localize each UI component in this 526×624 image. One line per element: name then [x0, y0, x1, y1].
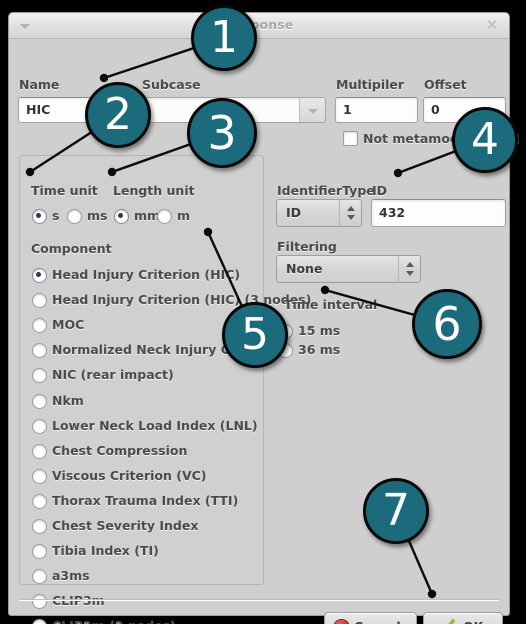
annotation-badge-6: 6 — [412, 289, 482, 359]
radio-component-nic-rear-impact[interactable]: NIC (rear impact) — [32, 367, 174, 384]
name-label: Name — [19, 77, 60, 92]
subcase-label: Subcase — [142, 77, 201, 92]
footer-separator — [19, 599, 499, 601]
time-interval-label: Time interval — [284, 297, 378, 312]
radio-component-chest-severity-index[interactable]: Chest Severity Index — [32, 518, 198, 534]
annotation-badge-3: 3 — [187, 98, 257, 168]
filtering-label: Filtering — [277, 239, 337, 254]
radio-time-interval-36ms[interactable]: 36 ms — [278, 342, 340, 358]
close-icon[interactable]: ✕ — [484, 17, 500, 33]
radio-component-lower-neck-load-index-lnl[interactable]: Lower Neck Load Index (LNL) — [32, 418, 258, 434]
annotation-badge-2: 2 — [85, 82, 151, 148]
annotation-badge-4: 4 — [452, 107, 518, 173]
radio-time-unit-s[interactable]: s — [32, 208, 59, 224]
time-unit-label: Time unit — [31, 183, 98, 198]
ok-button-label: OK — [463, 619, 483, 624]
id-input-value: 432 — [379, 205, 406, 220]
radio-component-viscous-criterion-vc[interactable]: Viscous Criterion (VC) — [32, 468, 207, 484]
identifier-type-value: ID — [286, 205, 302, 220]
multiplier-label: Multipiler — [336, 77, 405, 92]
spinner-arrows-icon[interactable] — [398, 256, 420, 282]
radio-component-moc[interactable]: MOC — [32, 317, 84, 334]
radio-component-a3ms[interactable]: a3ms — [32, 568, 90, 585]
annotation-badge-5: 5 — [222, 302, 288, 368]
length-unit-label: Length unit — [113, 183, 195, 198]
name-input-value: HIC — [26, 102, 51, 117]
radio-component-head-injury-criterion-hic[interactable]: Head Injury Criterion (HIC) — [32, 267, 240, 283]
chevron-down-icon[interactable] — [299, 98, 325, 122]
annotation-badge-1: 1 — [191, 5, 257, 71]
radio-length-unit-mm[interactable]: mm — [114, 208, 160, 224]
radio-component-nkm[interactable]: Nkm — [32, 393, 84, 409]
multiplier-input[interactable]: 1 — [335, 97, 418, 123]
radio-component-clip3m-3-nodes[interactable]: CLIP3m (3 nodes) — [32, 618, 176, 624]
filtering-value: None — [286, 261, 323, 276]
radio-component-tibia-index-ti[interactable]: Tibia Index (TI) — [32, 543, 159, 560]
id-label: ID — [372, 183, 388, 198]
checkmark-icon — [448, 619, 455, 624]
annotation-badge-7: 7 — [363, 478, 429, 544]
filtering-spinbox[interactable]: None — [276, 255, 421, 283]
radio-component-clip3m[interactable]: CLIP3m — [32, 593, 105, 610]
component-label: Component — [31, 241, 112, 256]
radio-component-chest-compression[interactable]: Chest Compression — [32, 443, 187, 459]
radio-component-thorax-trauma-index-tti[interactable]: Thorax Trauma Index (TTI) — [32, 493, 238, 509]
ok-button[interactable]: OK — [423, 612, 503, 624]
cancel-button-label: Cancel — [354, 619, 401, 624]
multiplier-input-value: 1 — [343, 102, 352, 117]
identifier-type-label: IdentifierType — [277, 183, 375, 198]
radio-length-unit-m[interactable]: m — [157, 208, 190, 224]
dialog-titlebar[interactable]: Response ✕ — [9, 13, 509, 39]
error-circle-icon — [334, 620, 349, 624]
id-input[interactable]: 432 — [371, 199, 506, 227]
offset-input-value: 0 — [431, 102, 440, 117]
screenshot-root: Response ✕ Name HIC Subcase Multipiler 1… — [0, 0, 526, 624]
dialog-title: Response — [224, 17, 294, 32]
cancel-button[interactable]: Cancel — [324, 612, 417, 624]
identifier-type-spinbox[interactable]: ID — [276, 199, 362, 227]
spinner-arrows-icon[interactable] — [339, 200, 361, 226]
offset-label: Offset — [424, 77, 467, 92]
radio-time-unit-ms[interactable]: ms — [67, 208, 107, 224]
